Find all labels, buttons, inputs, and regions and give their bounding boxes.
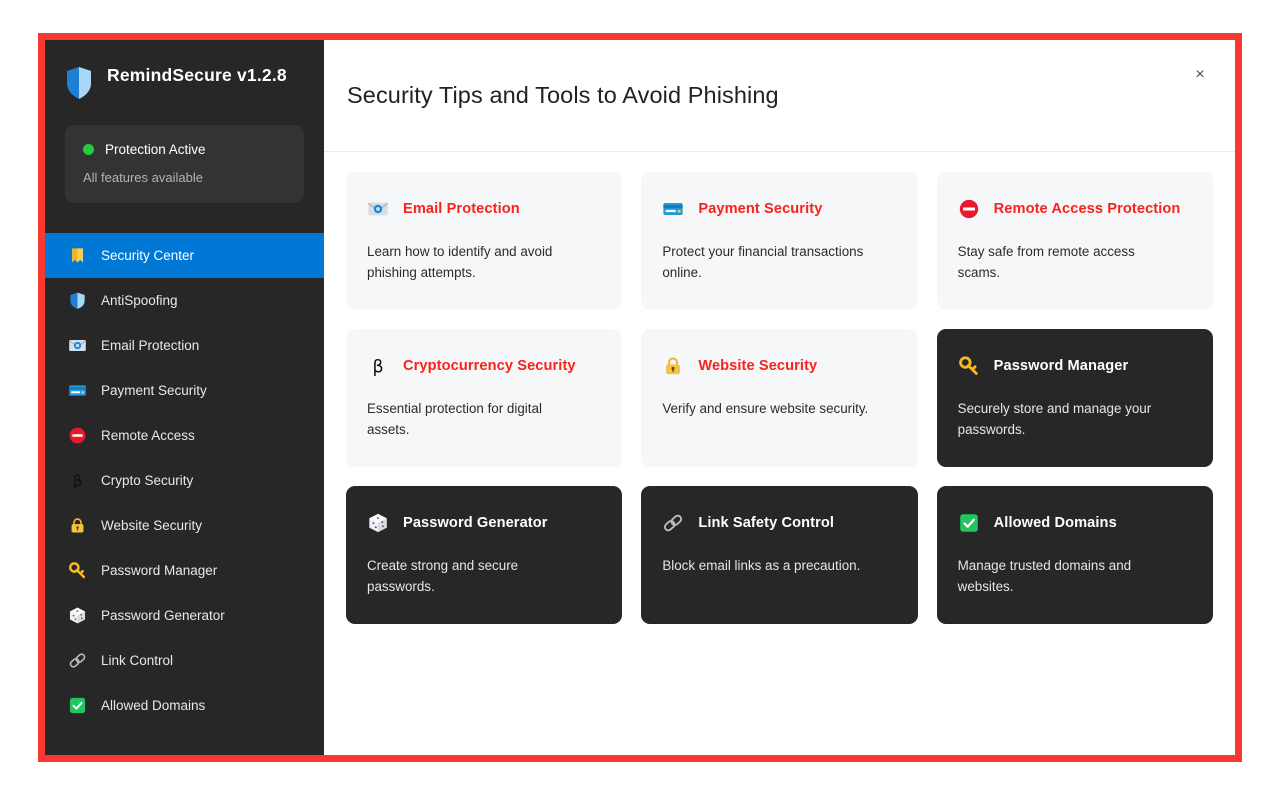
sidebar-item-label: Remote Access [101,428,195,443]
card-header: Password Manager [958,355,1192,377]
bitcoin-icon: β [67,471,87,490]
sidebar-item-email-protection[interactable]: Email Protection [45,323,324,368]
shield-icon [67,291,87,310]
card-description: Create strong and secure passwords. [367,558,519,594]
svg-text:β: β [72,472,82,490]
no-entry-icon [958,198,980,220]
sidebar-item-payment-security[interactable]: Payment Security [45,368,324,413]
sidebar-item-remote-access[interactable]: Remote Access [45,413,324,458]
card-description: Verify and ensure website security. [662,401,869,416]
check-box-icon [67,696,87,715]
status-subtitle: All features available [83,170,203,185]
sidebar-item-password-generator[interactable]: Password Generator [45,593,324,638]
sidebar: RemindSecure v1.2.8 Protection Active Al… [45,40,324,755]
card-title: Email Protection [403,201,520,217]
status-dot-icon [83,144,94,155]
feature-card-password-generator[interactable]: Password Generator Create strong and secu… [346,486,623,624]
feature-card-payment-security[interactable]: Payment Security Protect your financial t… [641,172,918,310]
card-header: β Cryptocurrency Security [367,355,601,377]
sidebar-item-label: Website Security [101,518,203,533]
sidebar-item-label: Link Control [101,653,174,668]
email-icon [67,336,87,355]
lock-icon [662,355,684,377]
feature-card-website-security[interactable]: Website Security Verify and ensure websit… [641,329,918,467]
feature-card-link-safety-control[interactable]: Link Safety Control Block email links as … [641,486,918,624]
feature-card-cryptocurrency-security[interactable]: β Cryptocurrency Security Essential protec… [346,329,623,467]
card-title: Password Manager [993,358,1129,374]
main-content: Security Tips and Tools to Avoid Phishin… [324,40,1235,755]
sidebar-item-label: Email Protection [101,338,200,353]
card-header: Payment Security [662,198,896,220]
bookmark-icon [67,246,87,265]
card-description: Stay safe from remote access scams. [957,244,1135,280]
card-header: Password Generator [367,512,601,534]
card-header: Email Protection [367,198,601,220]
feature-card-password-manager[interactable]: Password Manager Securely store and manag… [936,329,1213,467]
brand-title: RemindSecure v1.2.8 [107,65,287,85]
card-header: Remote Access Protection [958,198,1192,220]
sidebar-item-link-control[interactable]: Link Control [45,638,324,683]
feature-card-grid: Email Protection Learn how to identify an… [324,152,1235,624]
content-header: Security Tips and Tools to Avoid Phishin… [324,40,1235,152]
sidebar-item-label: AntiSpoofing [101,293,178,308]
email-icon [367,198,389,220]
check-box-icon [958,512,980,534]
svg-text:β: β [372,357,383,377]
app-window: RemindSecure v1.2.8 Protection Active Al… [38,33,1242,762]
card-header: Allowed Domains [958,512,1192,534]
sidebar-item-label: Password Manager [101,563,218,578]
protection-status-card: Protection Active All features available [65,125,304,203]
card-title: Payment Security [698,201,823,217]
card-title: Cryptocurrency Security [403,358,576,374]
card-header: Link Safety Control [662,512,896,534]
sidebar-item-label: Password Generator [101,608,225,623]
card-description: Essential protection for digital assets. [367,401,542,437]
card-title: Website Security [698,358,818,374]
card-description: Block email links as a precaution. [662,558,861,573]
feature-card-allowed-domains[interactable]: Allowed Domains Manage trusted domains an… [936,486,1213,624]
brand-header: RemindSecure v1.2.8 [45,40,324,121]
status-title: Protection Active [105,142,206,157]
page-title: Security Tips and Tools to Avoid Phishin… [347,82,779,108]
credit-card-icon [662,198,684,220]
card-description: Learn how to identify and avoid phishing… [367,244,553,280]
card-header: Website Security [662,355,896,377]
card-title: Password Generator [403,515,548,531]
sidebar-item-label: Allowed Domains [101,698,206,713]
key-icon [958,355,980,377]
card-description: Securely store and manage your passwords… [957,401,1152,437]
feature-card-email-protection[interactable]: Email Protection Learn how to identify an… [346,172,623,310]
card-title: Remote Access Protection [993,201,1181,217]
close-icon[interactable]: × [1187,62,1213,88]
no-entry-icon [67,426,87,445]
dice-icon [367,512,389,534]
sidebar-item-website-security[interactable]: Website Security [45,503,324,548]
shield-logo-icon [65,66,93,105]
sidebar-item-security-center[interactable]: Security Center [45,233,324,278]
sidebar-item-label: Crypto Security [101,473,194,488]
sidebar-item-password-manager[interactable]: Password Manager [45,548,324,593]
credit-card-icon [67,381,87,400]
sidebar-item-label: Payment Security [101,383,207,398]
sidebar-item-antispoofing[interactable]: AntiSpoofing [45,278,324,323]
sidebar-item-crypto-security[interactable]: β Crypto Security [45,458,324,503]
card-description: Protect your financial transactions onli… [662,244,864,280]
link-icon [662,512,684,534]
sidebar-nav: Security Center AntiSpoofing Email Protect… [45,233,324,755]
card-description: Manage trusted domains and websites. [957,558,1132,594]
card-title: Link Safety Control [698,515,835,531]
sidebar-item-label: Security Center [101,248,195,263]
key-icon [67,561,87,580]
bitcoin-icon: β [367,355,389,377]
card-title: Allowed Domains [993,515,1117,531]
status-row: Protection Active [83,142,286,157]
sidebar-item-allowed-domains[interactable]: Allowed Domains [45,683,324,728]
link-icon [67,651,87,670]
lock-icon [67,516,87,535]
feature-card-remote-access-protection[interactable]: Remote Access Protection Stay safe from r… [936,172,1213,310]
dice-icon [67,606,87,625]
